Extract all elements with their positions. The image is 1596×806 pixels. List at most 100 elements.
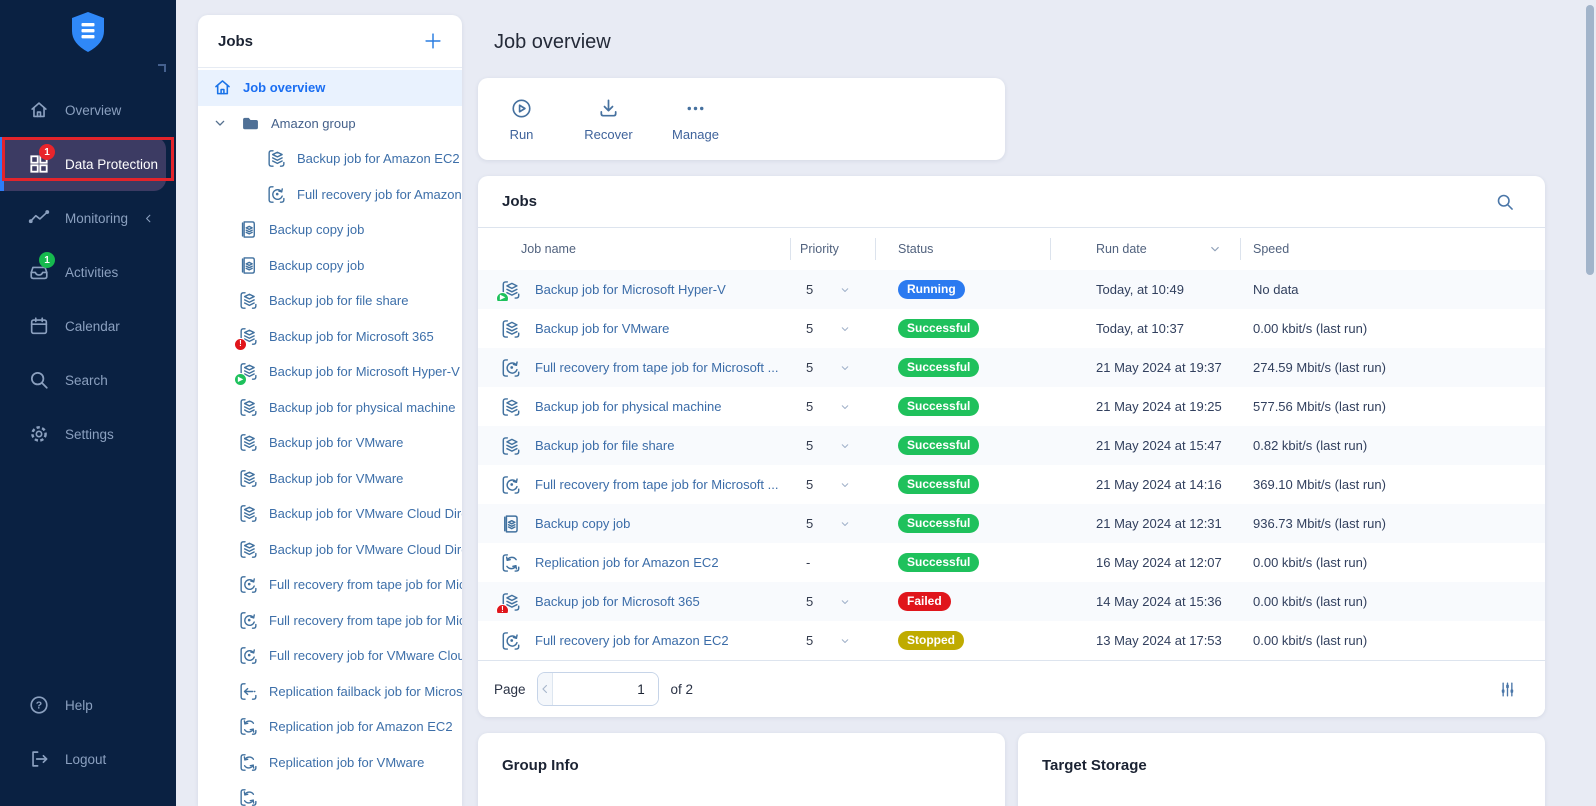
column-header-job-name[interactable]: Job name <box>478 228 790 270</box>
tree-item-full-recovery-job-for-vmware-cloud[interactable]: Full recovery job for VMware Cloud <box>198 638 462 674</box>
sidebar-item-label: Help <box>65 698 93 713</box>
job-name-link[interactable]: Backup job for VMware <box>535 321 669 336</box>
cell-run-date: 16 May 2024 at 12:07 <box>1050 555 1240 570</box>
recovery-job-icon <box>266 184 287 205</box>
job-name-link[interactable]: Backup job for Microsoft 365 <box>535 594 700 609</box>
cell-job-name: Full recovery job for Amazon EC2 <box>478 630 790 652</box>
backup-copy-icon <box>238 219 259 240</box>
column-header-status[interactable]: Status <box>875 228 1050 270</box>
sidebar-collapse-icon[interactable] <box>158 64 166 72</box>
status-badge: Successful <box>898 514 979 533</box>
jobs-panel: Jobs Job overviewAmazon groupBackup job … <box>198 15 462 806</box>
tree-item-backup-job-for-vmware-cloud-director[interactable]: Backup job for VMware Cloud Director <box>198 532 462 568</box>
tree-item-label: Backup copy job <box>269 222 364 237</box>
priority-dropdown-chevron-icon[interactable] <box>839 440 851 452</box>
job-name-link[interactable]: Backup job for physical machine <box>535 399 721 414</box>
recovery-job-icon <box>238 610 259 631</box>
priority-dropdown-chevron-icon[interactable] <box>839 518 851 530</box>
job-name-link[interactable]: Replication job for Amazon EC2 <box>535 555 719 570</box>
tree-item-backup-job-for-physical-machine[interactable]: Backup job for physical machine <box>198 390 462 426</box>
tree-item-replication-failback-job-for-microsoft[interactable]: Replication failback job for Microsoft <box>198 674 462 710</box>
error-badge-icon: ! <box>234 338 247 351</box>
replication-job-icon <box>500 552 522 574</box>
tree-item-backup-job-for-vmware[interactable]: Backup job for VMware <box>198 461 462 497</box>
sidebar-item-data-protection[interactable]: Data Protection1 <box>0 137 166 191</box>
tree-item-full-recovery-from-tape-job-for-microsoft[interactable]: Full recovery from tape job for Microsof… <box>198 567 462 603</box>
sidebar-item-logout[interactable]: Logout <box>0 732 176 786</box>
sidebar-item-help[interactable]: Help <box>0 678 176 732</box>
backup-job-icon <box>266 148 287 169</box>
cell-run-date: 21 May 2024 at 19:37 <box>1050 360 1240 375</box>
chevron-left-icon <box>538 682 552 696</box>
priority-dropdown-chevron-icon[interactable] <box>839 479 851 491</box>
sidebar-item-settings[interactable]: Settings <box>0 407 176 461</box>
job-name-link[interactable]: Backup job for file share <box>535 438 674 453</box>
cell-job-name: Backup copy job <box>478 513 790 535</box>
column-header-priority[interactable]: Priority <box>790 228 875 270</box>
job-name-link[interactable]: Full recovery from tape job for Microsof… <box>535 360 778 375</box>
tree-item-backup-job-for-vmware[interactable]: Backup job for VMware <box>198 425 462 461</box>
cell-job-name: ▶ Backup job for Microsoft Hyper-V <box>478 279 790 301</box>
priority-value: 5 <box>806 594 813 609</box>
sidebar-item-label: Settings <box>65 427 114 442</box>
tree-item-backup-job-for-vmware-cloud-director[interactable]: Backup job for VMware Cloud Director <box>198 496 462 532</box>
recover-button[interactable]: Recover <box>565 97 652 142</box>
sidebar-item-search[interactable]: Search <box>0 353 176 407</box>
replication-job-icon <box>238 716 259 737</box>
failback-job-icon <box>238 681 259 702</box>
cell-priority: 5 <box>790 282 875 297</box>
column-header-run-date[interactable]: Run date <box>1050 228 1240 270</box>
priority-dropdown-chevron-icon[interactable] <box>839 323 851 335</box>
tree-item-backup-job-for-file-share[interactable]: Backup job for file share <box>198 283 462 319</box>
cell-status: Failed <box>875 592 1050 611</box>
tree-item-full-recovery-from-tape-job-for-microsoft[interactable]: Full recovery from tape job for Microsof… <box>198 603 462 639</box>
vertical-scrollbar[interactable] <box>1586 5 1594 275</box>
chevron-down-icon[interactable] <box>212 115 228 131</box>
sidebar-item-label: Activities <box>65 265 118 280</box>
manage-button[interactable]: Manage <box>652 97 739 142</box>
tree-item-backup-copy-job[interactable]: Backup copy job <box>198 212 462 248</box>
app-logo-shield-icon <box>70 11 106 53</box>
tree-item-backup-copy-job[interactable]: Backup copy job <box>198 248 462 284</box>
column-header-label: Job name <box>521 242 576 256</box>
sidebar-item-monitoring[interactable]: Monitoring <box>0 191 176 245</box>
tree-item-replication-job-for-vmware[interactable]: Replication job for VMware <box>198 745 462 781</box>
tree-item-backup-job-for-microsoft-365[interactable]: ! Backup job for Microsoft 365 <box>198 319 462 355</box>
home-icon <box>212 77 233 98</box>
tree-item-label: Backup job for Microsoft 365 <box>269 329 434 344</box>
priority-dropdown-chevron-icon[interactable] <box>839 635 851 647</box>
job-name-link[interactable]: Full recovery from tape job for Microsof… <box>535 477 778 492</box>
job-name-link[interactable]: Backup copy job <box>535 516 630 531</box>
add-job-button[interactable] <box>422 30 444 52</box>
tree-item-replication-job-for-amazon-ec2[interactable]: Replication job for Amazon EC2 <box>198 709 462 745</box>
job-name-link[interactable]: Backup job for Microsoft Hyper-V <box>535 282 726 297</box>
job-name-link[interactable]: Full recovery job for Amazon EC2 <box>535 633 729 648</box>
tree-item-label: Job overview <box>243 80 325 95</box>
sidebar-item-activities[interactable]: Activities1 <box>0 245 176 299</box>
priority-value: 5 <box>806 477 813 492</box>
sidebar-item-overview[interactable]: Overview <box>0 83 176 137</box>
backup-job-icon: ▶ <box>500 279 522 301</box>
previous-page-button[interactable] <box>538 673 553 705</box>
sidebar-item-calendar[interactable]: Calendar <box>0 299 176 353</box>
priority-dropdown-chevron-icon[interactable] <box>839 401 851 413</box>
tree-item-job-overview[interactable]: Job overview <box>198 70 462 106</box>
cell-run-date: Today, at 10:49 <box>1050 282 1240 297</box>
tree-item-label: Replication job for Amazon EC2 <box>269 719 453 734</box>
table-row: !Backup job for Microsoft 3655Failed14 M… <box>478 582 1545 621</box>
priority-dropdown-chevron-icon[interactable] <box>839 284 851 296</box>
column-header-speed[interactable]: Speed <box>1240 228 1545 270</box>
table-settings-icon[interactable] <box>1498 680 1517 699</box>
cell-priority: 5 <box>790 321 875 336</box>
sort-chevron-down-icon[interactable] <box>1208 242 1222 256</box>
tree-item-replication[interactable] <box>198 780 462 806</box>
tree-item-backup-job-for-microsoft-hyper-v[interactable]: ▶Backup job for Microsoft Hyper-V <box>198 354 462 390</box>
tree-item-full-recovery-job-for-amazon-ec2[interactable]: Full recovery job for Amazon EC2 <box>198 177 462 213</box>
priority-dropdown-chevron-icon[interactable] <box>839 596 851 608</box>
tree-item-amazon-group[interactable]: Amazon group <box>198 106 462 142</box>
run-button[interactable]: Run <box>478 97 565 142</box>
page-number-input[interactable] <box>553 673 659 705</box>
priority-dropdown-chevron-icon[interactable] <box>839 362 851 374</box>
search-icon[interactable] <box>1495 192 1515 212</box>
tree-item-backup-job-for-amazon-ec2[interactable]: Backup job for Amazon EC2 <box>198 141 462 177</box>
